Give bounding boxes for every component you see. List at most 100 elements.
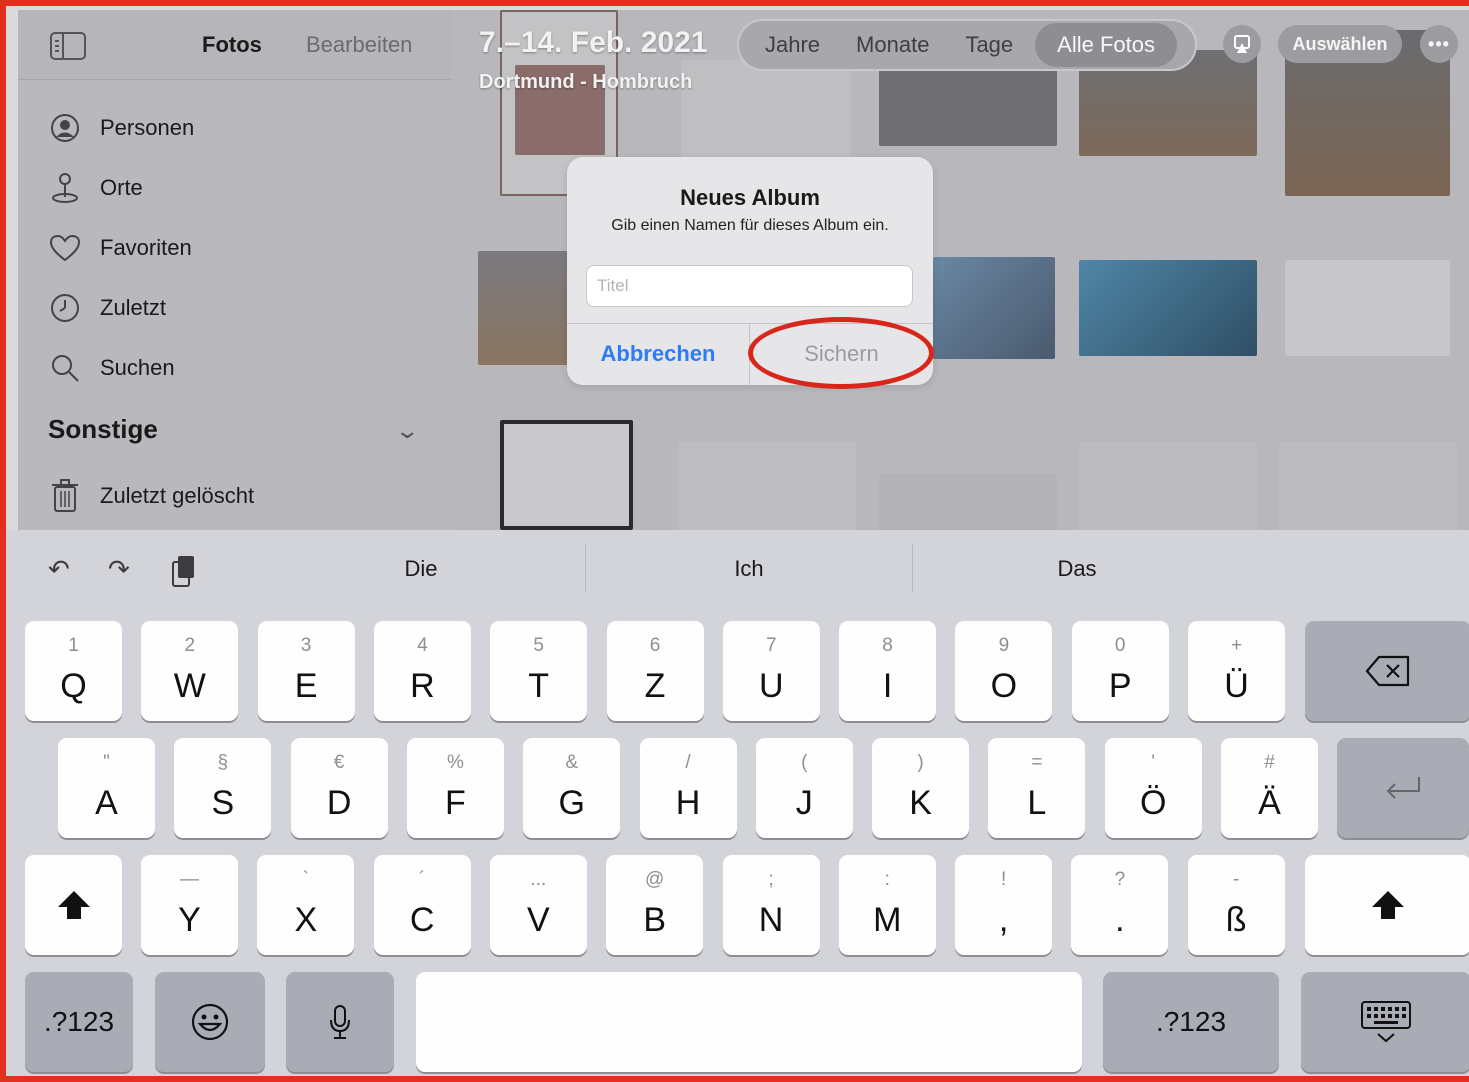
- space-bar[interactable]: [416, 972, 1082, 1072]
- suggestion-2[interactable]: Ich: [708, 556, 790, 582]
- key-secondary-label: 1: [68, 635, 79, 656]
- sidebar-item-zuletzt-geloescht[interactable]: Zuletzt gelöscht: [48, 476, 428, 516]
- sidebar-item-suchen[interactable]: Suchen: [48, 348, 428, 388]
- key-r3-4[interactable]: @ B: [606, 855, 704, 955]
- key-r2-10[interactable]: # Ä: [1221, 738, 1318, 838]
- sidebar-item-label: Suchen: [100, 355, 175, 380]
- section-title-sonstige: Sonstige: [48, 414, 158, 444]
- key-r3-7[interactable]: !,: [955, 855, 1053, 955]
- photo-thumbnail[interactable]: [1079, 442, 1257, 530]
- key-r1-2[interactable]: 3E: [257, 621, 355, 721]
- redo-icon[interactable]: ↷: [108, 554, 130, 585]
- key-primary-label: T: [528, 667, 550, 705]
- photo-thumbnail[interactable]: [500, 420, 633, 530]
- suggestion-bar: ↶ ↷ Die Ich Das: [0, 530, 1469, 606]
- key-secondary-label: ?: [1114, 869, 1126, 890]
- key-secondary-label: -: [1233, 869, 1240, 890]
- photo-thumbnail[interactable]: [879, 474, 1057, 530]
- key-r3-0[interactable]: — Y: [141, 855, 238, 955]
- key-secondary-label: ...: [530, 869, 547, 890]
- key-r1-7[interactable]: 8I: [839, 621, 937, 721]
- search-icon: [48, 351, 82, 385]
- key-r2-4[interactable]: & G: [523, 738, 621, 838]
- sidebar-item-personen[interactable]: Personen: [48, 108, 428, 148]
- select-button[interactable]: Auswählen: [1278, 25, 1402, 63]
- key-r3-8[interactable]: ?.: [1071, 855, 1169, 955]
- key-r3-2[interactable]: ´ C: [373, 855, 471, 955]
- key-r3-5[interactable]: ; N: [722, 855, 820, 955]
- key-secondary-label: 9: [998, 635, 1010, 656]
- hide-keyboard-key[interactable]: [1301, 972, 1469, 1072]
- key-r1-3[interactable]: 4R: [373, 621, 471, 721]
- segment-alle-fotos[interactable]: Alle Fotos: [1035, 23, 1177, 67]
- key-r1-10[interactable]: + Ü: [1188, 621, 1285, 721]
- photo-thumbnail[interactable]: [1285, 260, 1450, 356]
- clock-icon: [48, 291, 82, 325]
- keyboard-hide-icon: [1301, 972, 1469, 1072]
- heart-icon: [48, 231, 82, 265]
- key-r2-8[interactable]: = L: [988, 738, 1086, 838]
- segment-monate[interactable]: Monate: [856, 32, 929, 58]
- photo-thumbnail[interactable]: [478, 251, 573, 365]
- key-r2-0[interactable]: " A: [58, 738, 155, 838]
- photo-thumbnail[interactable]: [681, 60, 851, 160]
- key-secondary-label: ): [917, 752, 924, 773]
- shift-key-left[interactable]: [25, 855, 122, 955]
- backspace-key[interactable]: [1305, 621, 1469, 721]
- key-r2-2[interactable]: € D: [290, 738, 388, 838]
- key-secondary-label: +: [1230, 635, 1243, 656]
- key-r3-9[interactable]: -ß: [1187, 855, 1285, 955]
- emoji-key[interactable]: [155, 972, 265, 1072]
- sidebar-item-favoriten[interactable]: Favoriten: [48, 228, 428, 268]
- more-options-button[interactable]: •••: [1420, 25, 1458, 63]
- key-r3-3[interactable]: ... V: [489, 855, 587, 955]
- segment-jahre[interactable]: Jahre: [765, 32, 820, 58]
- dictation-key[interactable]: [286, 972, 394, 1072]
- photo-thumbnail[interactable]: [1279, 442, 1457, 530]
- key-secondary-label: &: [565, 752, 579, 773]
- numbers-key-right[interactable]: .?123: [1103, 972, 1279, 1072]
- key-r3-1[interactable]: ` X: [257, 855, 355, 955]
- key-r1-6[interactable]: 7U: [722, 621, 820, 721]
- suggestion-1[interactable]: Die: [380, 556, 462, 582]
- sidebar-item-orte[interactable]: Orte: [48, 168, 428, 208]
- photo-thumbnail[interactable]: [933, 257, 1055, 359]
- undo-icon[interactable]: ↶: [48, 554, 70, 585]
- key-r3-6[interactable]: :M: [838, 855, 936, 955]
- sidebar: Fotos Bearbeiten Personen Orte Favoriten: [18, 10, 451, 530]
- shift-key-right[interactable]: [1305, 855, 1469, 955]
- segment-tage[interactable]: Tage: [965, 32, 1013, 58]
- key-r1-9[interactable]: 0P: [1071, 621, 1169, 721]
- key-r1-4[interactable]: 5T: [490, 621, 588, 721]
- cancel-button[interactable]: Abbrechen: [567, 323, 749, 385]
- sidebar-toggle-icon[interactable]: [50, 32, 86, 60]
- chevron-down-icon[interactable]: ⌄: [394, 418, 420, 444]
- key-r2-5[interactable]: / H: [639, 738, 737, 838]
- airplay-icon[interactable]: [1223, 25, 1261, 63]
- photo-thumbnail[interactable]: [678, 442, 856, 530]
- paste-icon[interactable]: [170, 554, 198, 595]
- key-r2-9[interactable]: ' Ö: [1104, 738, 1202, 838]
- return-key[interactable]: [1337, 738, 1469, 838]
- key-r1-0[interactable]: 1Q: [25, 621, 122, 721]
- key-secondary-label: §: [217, 752, 229, 773]
- numbers-key-left[interactable]: .?123: [25, 972, 133, 1072]
- key-secondary-label: (: [801, 752, 808, 773]
- key-r2-6[interactable]: (J: [755, 738, 853, 838]
- key-r1-8[interactable]: 9O: [955, 621, 1053, 721]
- sidebar-title: Fotos: [202, 32, 262, 57]
- sidebar-item-zuletzt[interactable]: Zuletzt: [48, 288, 428, 328]
- key-primary-label: Ö: [1139, 784, 1167, 822]
- photo-thumbnail[interactable]: [1079, 260, 1257, 356]
- suggestion-3[interactable]: Das: [1036, 556, 1118, 582]
- album-title-input[interactable]: [586, 265, 913, 307]
- key-r2-1[interactable]: § S: [174, 738, 272, 838]
- key-r2-3[interactable]: % F: [406, 738, 504, 838]
- key-secondary-label: %: [446, 752, 464, 773]
- key-r1-1[interactable]: 2W: [141, 621, 239, 721]
- key-r2-7[interactable]: ) K: [872, 738, 970, 838]
- key-r1-5[interactable]: 6Z: [606, 621, 704, 721]
- divider: [912, 544, 913, 592]
- edit-button[interactable]: Bearbeiten: [306, 32, 412, 58]
- photos-app: Fotos Bearbeiten Personen Orte Favoriten: [0, 0, 1469, 530]
